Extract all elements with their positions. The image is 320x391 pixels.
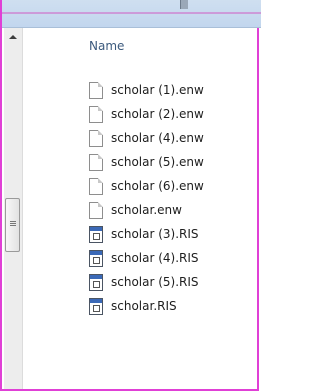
- file-name: scholar.RIS: [111, 299, 177, 313]
- file-name: scholar (4).enw: [111, 131, 204, 145]
- document-icon: [89, 201, 103, 219]
- file-row[interactable]: scholar.enw: [89, 198, 204, 222]
- highlight-line: [2, 12, 261, 14]
- ris-file-icon: [89, 225, 103, 243]
- file-row[interactable]: scholar (5).RIS: [89, 270, 204, 294]
- document-icon: [89, 153, 103, 171]
- scroll-up-arrow-icon[interactable]: [4, 28, 22, 46]
- file-name: scholar (6).enw: [111, 179, 204, 193]
- file-row[interactable]: scholar (1).enw: [89, 78, 204, 102]
- column-header-name[interactable]: Name: [89, 39, 124, 53]
- document-icon: [89, 81, 103, 99]
- ris-file-icon: [89, 249, 103, 267]
- file-list: scholar (1).enw scholar (2).enw scholar …: [89, 78, 204, 318]
- ris-file-icon: [89, 273, 103, 291]
- file-name: scholar (3).RIS: [111, 227, 199, 241]
- vertical-scrollbar[interactable]: [4, 28, 23, 389]
- file-name: scholar.enw: [111, 203, 182, 217]
- file-name: scholar (5).enw: [111, 155, 204, 169]
- document-icon: [89, 105, 103, 123]
- toolbar-strip: [2, 0, 261, 28]
- file-name: scholar (5).RIS: [111, 275, 199, 289]
- file-name: scholar (1).enw: [111, 83, 204, 97]
- splitter-handle[interactable]: [180, 0, 188, 9]
- file-row[interactable]: scholar (3).RIS: [89, 222, 204, 246]
- file-row[interactable]: scholar (4).RIS: [89, 246, 204, 270]
- file-row[interactable]: scholar (2).enw: [89, 102, 204, 126]
- explorer-pane: Name scholar (1).enw scholar (2).enw sch…: [0, 0, 261, 391]
- file-row[interactable]: scholar.RIS: [89, 294, 204, 318]
- ris-file-icon: [89, 297, 103, 315]
- file-row[interactable]: scholar (4).enw: [89, 126, 204, 150]
- grip-icon: [10, 221, 16, 222]
- document-icon: [89, 177, 103, 195]
- file-name: scholar (2).enw: [111, 107, 204, 121]
- file-row[interactable]: scholar (6).enw: [89, 174, 204, 198]
- document-icon: [89, 129, 103, 147]
- scroll-thumb[interactable]: [5, 198, 20, 252]
- file-name: scholar (4).RIS: [111, 251, 199, 265]
- file-row[interactable]: scholar (5).enw: [89, 150, 204, 174]
